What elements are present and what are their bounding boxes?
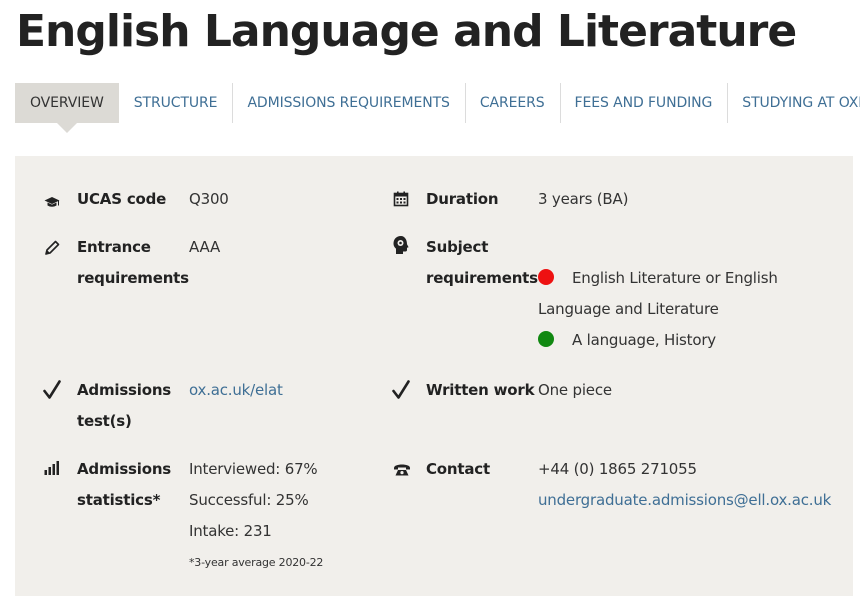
statistics-footnote: *3-year average 2020-22 <box>189 556 324 569</box>
bar-chart-icon <box>42 458 62 478</box>
subject-requirements-label: Subject requirements <box>426 238 538 287</box>
graduation-cap-icon <box>42 192 62 212</box>
head-gear-icon <box>391 235 411 255</box>
intake-stat: Intake: 231 <box>189 522 272 540</box>
essential-dot-icon <box>538 269 554 285</box>
admissions-statistics-values: Interviewed: 67% Successful: 25% Intake:… <box>189 454 323 578</box>
calendar-icon <box>391 189 411 209</box>
admissions-test-link[interactable]: ox.ac.uk/elat <box>189 381 283 399</box>
written-work-value: One piece <box>538 381 612 399</box>
contact-details: +44 (0) 1865 271055 undergraduate.admiss… <box>538 454 831 516</box>
entrance-requirements-label: Entrance requirements <box>77 238 189 287</box>
tab-fees-and-funding[interactable]: FEES AND FUNDING <box>559 83 728 123</box>
pencil-icon <box>42 238 62 258</box>
telephone-icon <box>392 460 412 480</box>
entrance-requirements-value: AAA <box>189 238 221 256</box>
contact-phone: +44 (0) 1865 271055 <box>538 460 697 478</box>
helpful-dot-icon <box>538 331 554 347</box>
admissions-statistics-label: Admissions statistics* <box>77 460 172 509</box>
contact-label: Contact <box>426 460 490 478</box>
ucas-code-label: UCAS code <box>77 190 167 208</box>
written-work-label: Written work <box>426 381 535 399</box>
tab-overview[interactable]: OVERVIEW <box>15 83 119 133</box>
contact-email-link[interactable]: undergraduate.admissions@ell.ox.ac.uk <box>538 491 831 509</box>
duration-value: 3 years (BA) <box>538 190 629 208</box>
page-title: English Language and Literature <box>16 6 797 57</box>
course-tabs: OVERVIEW STRUCTURE ADMISSIONS REQUIREMEN… <box>15 83 860 133</box>
checkmark-icon <box>391 380 411 400</box>
checkmark-icon <box>42 380 62 400</box>
tab-admissions-requirements[interactable]: ADMISSIONS REQUIREMENTS <box>232 83 464 123</box>
tab-structure[interactable]: STRUCTURE <box>119 83 233 123</box>
interviewed-stat: Interviewed: 67% <box>189 460 318 478</box>
subject-requirements-essential: English Literature or English Language a… <box>538 269 778 349</box>
ucas-code-value: Q300 <box>189 190 229 208</box>
tab-studying-at-oxford[interactable]: STUDYING AT OXFORD <box>727 83 860 123</box>
course-facts-panel: UCAS code Q300 Duration 3 years (BA) Ent… <box>15 156 853 596</box>
admissions-test-label: Admissions test(s) <box>77 381 172 430</box>
successful-stat: Successful: 25% <box>189 491 309 509</box>
duration-label: Duration <box>426 190 499 208</box>
tab-careers[interactable]: CAREERS <box>464 83 560 123</box>
